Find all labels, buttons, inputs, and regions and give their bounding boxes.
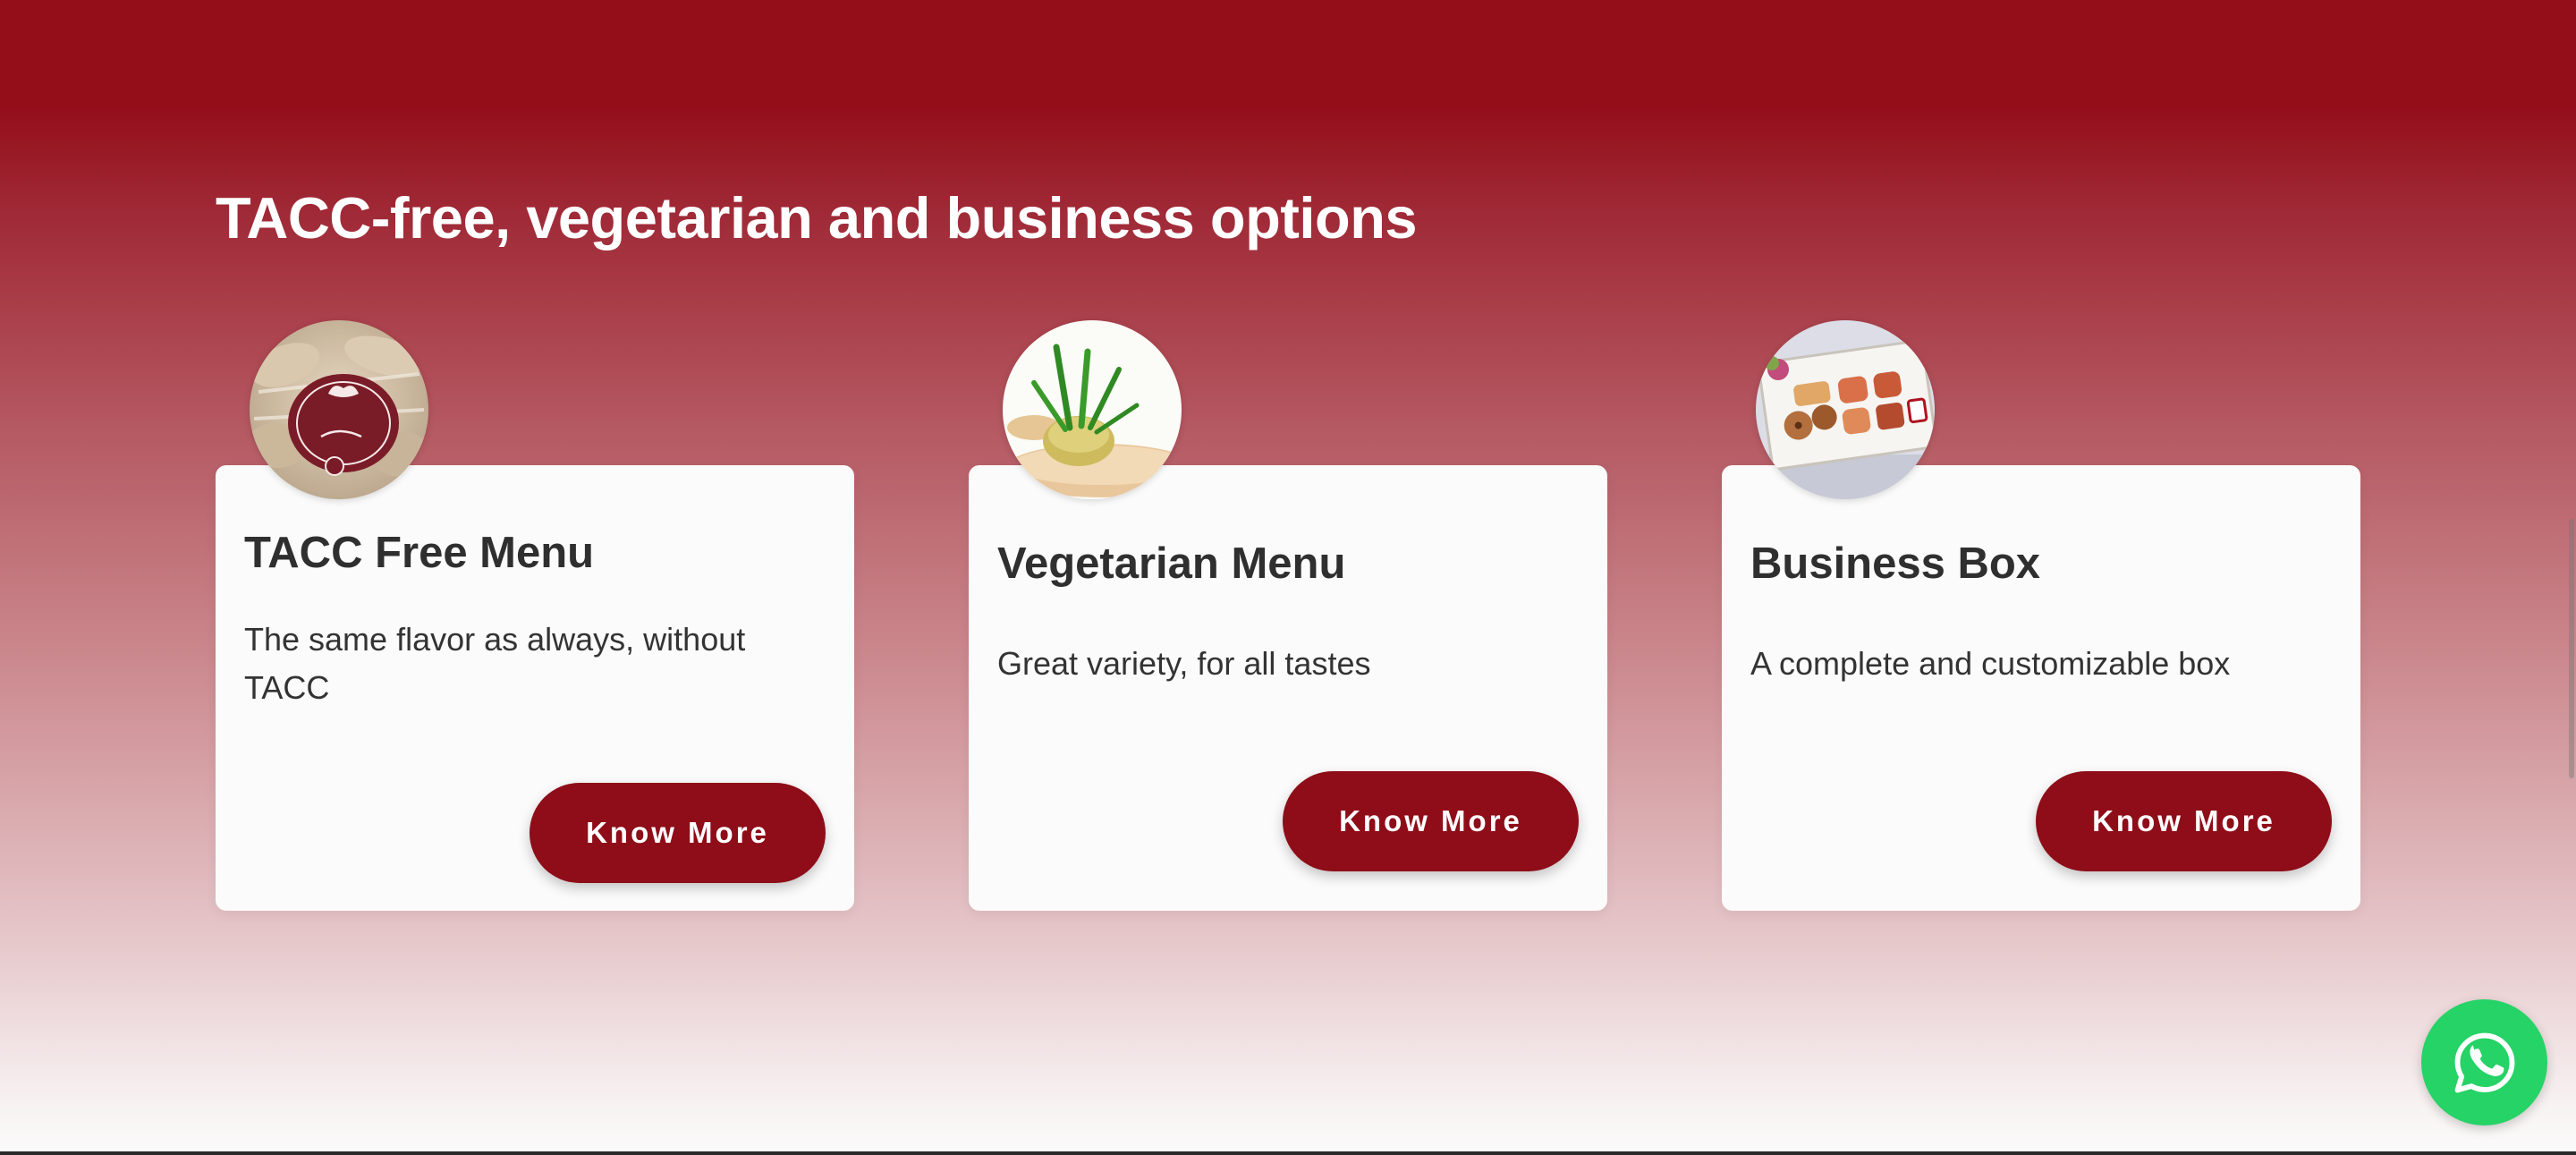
business-box-image <box>1756 320 1935 499</box>
card-description: Great variety, for all tastes <box>997 645 1371 682</box>
card-description: A complete and customizable box <box>1750 645 2231 682</box>
card-title: Vegetarian Menu <box>997 539 1346 588</box>
card-title: Business Box <box>1750 539 2041 588</box>
card-tacc-free-menu: TACC Free Menu The same flavor as always… <box>216 320 854 911</box>
know-more-button[interactable]: Know More <box>530 783 826 883</box>
vegetarian-image <box>1003 320 1182 499</box>
whatsapp-button[interactable] <box>2421 999 2547 1125</box>
card-business-box: Business Box A complete and customizable… <box>1722 320 2360 911</box>
know-more-button[interactable]: Know More <box>1283 771 1579 871</box>
whatsapp-icon <box>2454 1032 2514 1092</box>
tacc-free-image <box>250 320 428 499</box>
section-title: TACC-free, vegetarian and business optio… <box>216 185 1418 251</box>
card-title: TACC Free Menu <box>244 529 595 577</box>
card-description: The same flavor as always, without TACC <box>244 621 746 706</box>
bottom-divider <box>0 1151 2576 1155</box>
scrollbar-thumb[interactable] <box>2569 519 2574 778</box>
card-vegetarian-menu: Vegetarian Menu Great variety, for all t… <box>969 320 1607 911</box>
know-more-button[interactable]: Know More <box>2036 771 2332 871</box>
